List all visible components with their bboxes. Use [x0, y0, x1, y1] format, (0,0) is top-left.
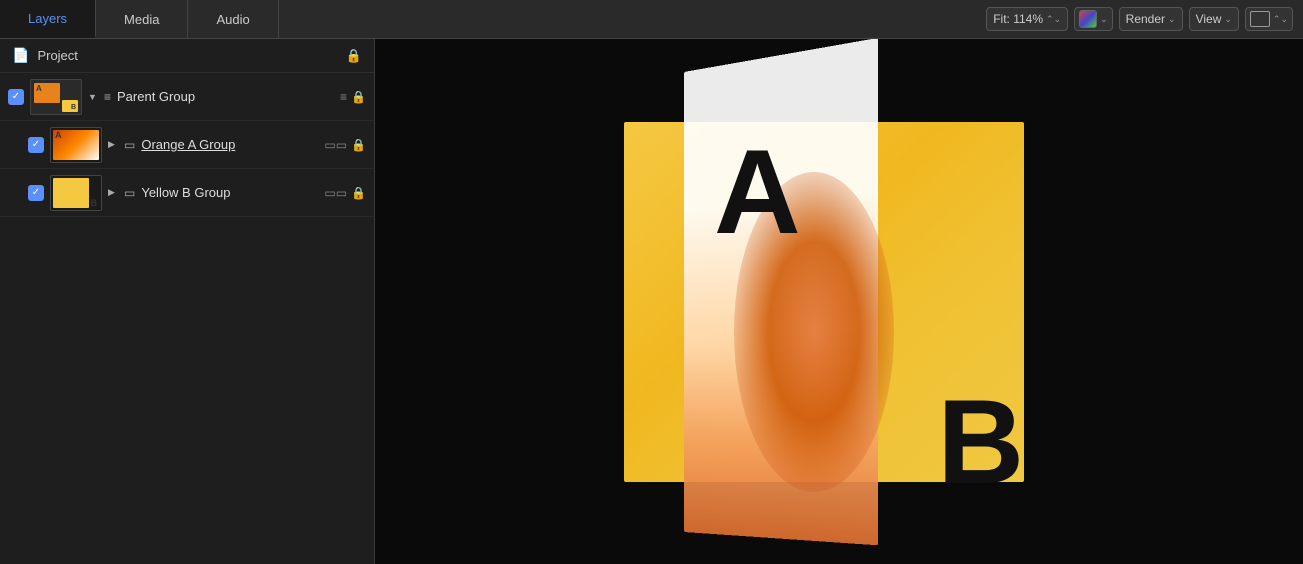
yellow-b-checkbox[interactable]: [28, 185, 44, 201]
letter-a-display: A: [714, 132, 801, 252]
yellow-b-thumbnail: B: [50, 175, 102, 211]
tab-media[interactable]: Media: [96, 0, 188, 38]
left-panel: 📄 Project 🔒 A B ▼ ≡ Parent Group ≡ 🔒: [0, 39, 375, 564]
color-swatch-icon: [1079, 10, 1097, 28]
orange-a-controls: ▭▭ 🔒: [324, 138, 366, 152]
fit-chevron-icon: ⌃⌄: [1046, 14, 1061, 25]
view-chevron-icon: ⌄: [1224, 14, 1232, 25]
view-control[interactable]: View ⌄: [1189, 7, 1239, 31]
top-bar: Layers Media Audio Fit: 114% ⌃⌄ ⌄ Render…: [0, 0, 1303, 39]
parent-group-expand-icon[interactable]: ▼: [88, 92, 98, 102]
render-chevron-icon: ⌄: [1168, 14, 1176, 25]
project-row: 📄 Project 🔒: [0, 39, 374, 73]
orange-a-layer-icon: ▭: [124, 138, 135, 152]
fit-control[interactable]: Fit: 114% ⌃⌄: [986, 7, 1068, 31]
parent-group-name: Parent Group: [117, 89, 195, 104]
orange-a-stack-icon[interactable]: ▭▭: [324, 138, 347, 152]
parent-group-thumbnail: A B: [30, 79, 82, 115]
orange-a-name: Orange A Group: [141, 137, 235, 152]
orange-a-lock-icon[interactable]: 🔒: [351, 138, 366, 152]
layer-row-orange-a: A ▶ ▭ Orange A Group ▭▭ 🔒: [0, 121, 374, 169]
canvas-area[interactable]: A B: [375, 39, 1303, 564]
yellow-b-controls: ▭▭ 🔒: [324, 186, 366, 200]
scene-composition: A B: [624, 72, 1054, 532]
orange-a-thumbnail: A: [50, 127, 102, 163]
render-control[interactable]: Render ⌄: [1119, 7, 1183, 31]
project-file-icon: 📄: [12, 47, 29, 64]
fit-label: Fit: 114%: [993, 12, 1043, 26]
parent-group-lock-icon[interactable]: 🔒: [351, 90, 366, 104]
render-label: Render: [1126, 12, 1165, 26]
tab-layers[interactable]: Layers: [0, 0, 96, 38]
top-bar-controls: Fit: 114% ⌃⌄ ⌄ Render ⌄ View ⌄ ⌃⌄: [986, 7, 1303, 31]
layer-row-parent-group: A B ▼ ≡ Parent Group ≡ 🔒: [0, 73, 374, 121]
color-control[interactable]: ⌄: [1074, 7, 1113, 31]
parent-group-checkbox[interactable]: [8, 89, 24, 105]
project-label: Project: [37, 48, 337, 63]
parent-group-stack-icon[interactable]: ≡: [340, 90, 347, 104]
view-box-icon: [1250, 11, 1270, 27]
viewbox-chevron-icon: ⌃⌄: [1273, 14, 1288, 25]
yellow-b-layer-icon: ▭: [124, 186, 135, 200]
orange-a-expand-icon[interactable]: ▶: [108, 139, 118, 150]
orange-a-checkbox[interactable]: [28, 137, 44, 153]
yellow-b-stack-icon[interactable]: ▭▭: [324, 186, 347, 200]
project-lock-icon: 🔒: [346, 48, 362, 64]
parent-group-controls: ≡ 🔒: [340, 90, 366, 104]
yellow-b-lock-icon[interactable]: 🔒: [351, 186, 366, 200]
tab-group: Layers Media Audio: [0, 0, 279, 38]
color-chevron-icon: ⌄: [1100, 14, 1108, 25]
view-label: View: [1196, 12, 1222, 26]
view-box-control[interactable]: ⌃⌄: [1245, 7, 1293, 31]
tab-audio[interactable]: Audio: [188, 0, 278, 38]
yellow-b-name: Yellow B Group: [141, 185, 230, 200]
parent-group-layer-icon: ≡: [104, 90, 111, 104]
main-content: 📄 Project 🔒 A B ▼ ≡ Parent Group ≡ 🔒: [0, 39, 1303, 564]
yellow-b-expand-icon[interactable]: ▶: [108, 187, 118, 198]
letter-b-display: B: [937, 382, 1024, 502]
layer-row-yellow-b: B ▶ ▭ Yellow B Group ▭▭ 🔒: [0, 169, 374, 217]
